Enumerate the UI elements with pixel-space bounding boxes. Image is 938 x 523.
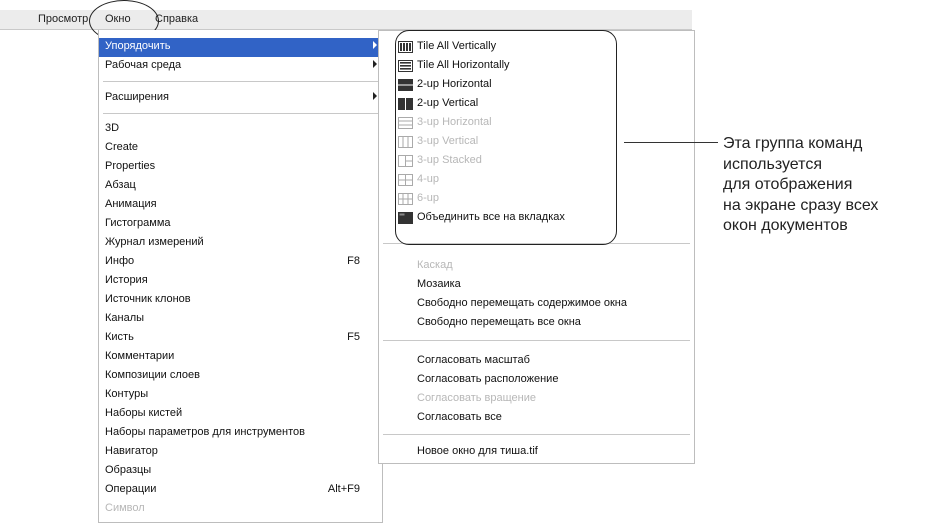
submenu-item-match-all[interactable]: Согласовать все xyxy=(379,409,694,428)
submenu-arrow-icon xyxy=(373,60,377,68)
submenu-item-match-location[interactable]: Согласовать расположение xyxy=(379,371,694,390)
menu-separator xyxy=(103,113,378,114)
submenu-item-label: Согласовать вращение xyxy=(417,392,536,404)
callout-line-1: Эта группа команд xyxy=(723,135,863,152)
callout-line xyxy=(624,142,718,143)
menu-item-label: 3D xyxy=(105,122,120,134)
menu-item-label: Наборы кистей xyxy=(105,407,183,419)
submenu-item-new-window[interactable]: Новое окно для тиша.tif xyxy=(379,443,694,462)
submenu-item-label: Согласовать все xyxy=(417,411,502,423)
menu-item-label: Композиции слоев xyxy=(105,369,200,381)
menu-item-arrange[interactable]: Упорядочить xyxy=(99,38,382,57)
menu-view[interactable]: Просмотр xyxy=(38,13,88,25)
menu-item-panel[interactable]: Инфо F8 xyxy=(99,253,382,272)
menu-item-label: Абзац xyxy=(105,179,136,191)
menu-item-panel[interactable]: Символ xyxy=(99,500,382,519)
menu-item-panel[interactable]: Create xyxy=(99,139,382,158)
menu-item-label: Навигатор xyxy=(105,445,158,457)
menu-separator xyxy=(383,340,690,341)
menu-item-workspace[interactable]: Рабочая среда xyxy=(99,57,382,76)
submenu-arrow-icon xyxy=(373,41,377,49)
menu-item-panel[interactable]: Наборы кистей xyxy=(99,405,382,424)
submenu-item-label: Согласовать расположение xyxy=(417,373,559,385)
menu-item-label: Create xyxy=(105,141,139,153)
submenu-item-label: Мозаика xyxy=(417,278,461,290)
menu-item-panel[interactable]: Каналы xyxy=(99,310,382,329)
submenu-item-label: Свободно перемещать все окна xyxy=(417,316,581,328)
submenu-item-label: Согласовать масштаб xyxy=(417,354,530,366)
menu-item-label: Рабочая среда xyxy=(105,59,182,71)
callout-line-2: используется xyxy=(723,155,822,173)
menu-item-label: Комментарии xyxy=(105,350,175,362)
submenu-item-label: Каскад xyxy=(417,259,453,271)
menu-item-panel[interactable]: Образцы xyxy=(99,462,382,481)
callout-line-5: окон документов xyxy=(723,217,848,234)
submenu-item-cascade[interactable]: Каскад xyxy=(379,257,694,276)
menu-item-panel[interactable]: Абзац xyxy=(99,177,382,196)
menu-item-panel[interactable]: Журнал измерений xyxy=(99,234,382,253)
menu-item-label: Properties xyxy=(105,160,156,172)
menu-item-label: Кисть xyxy=(105,331,134,343)
menu-item-panel[interactable]: Кисть F5 xyxy=(99,329,382,348)
menu-item-panel[interactable]: Комментарии xyxy=(99,348,382,367)
submenu-item-match-zoom[interactable]: Согласовать масштаб xyxy=(379,352,694,371)
menu-item-label: Анимация xyxy=(105,198,157,210)
menu-item-label: Контуры xyxy=(105,388,149,400)
submenu-item-mosaic[interactable]: Мозаика xyxy=(379,276,694,295)
menu-item-shortcut: Alt+F9 xyxy=(327,483,360,495)
submenu-item-float-all[interactable]: Свободно перемещать все окна xyxy=(379,314,694,333)
menu-item-panel[interactable]: Источник клонов xyxy=(99,291,382,310)
menu-item-label: История xyxy=(105,274,148,286)
menu-item-label: Каналы xyxy=(105,312,145,324)
menu-item-label: Наборы параметров для инструментов xyxy=(105,426,305,438)
menu-item-panel[interactable]: Гистограмма xyxy=(99,215,382,234)
menu-item-panel[interactable]: Композиции слоев xyxy=(99,367,382,386)
highlight-group-outline xyxy=(395,30,617,245)
menu-item-label: Инфо xyxy=(105,255,135,267)
callout-line-4: на экране сразу всех xyxy=(723,196,879,214)
menu-item-shortcut: F5 xyxy=(347,331,360,343)
submenu-item-label: Новое окно для тиша.tif xyxy=(417,445,538,457)
callout-line-3: для отображения xyxy=(723,176,853,193)
menu-item-label: Журнал измерений xyxy=(105,236,204,248)
submenu-item-match-rotation[interactable]: Согласовать вращение xyxy=(379,390,694,409)
menu-item-panel[interactable]: 3D xyxy=(99,120,382,139)
menu-item-label: Символ xyxy=(105,502,145,514)
menu-item-shortcut: F8 xyxy=(347,255,360,267)
menu-separator xyxy=(383,434,690,435)
menu-item-panel[interactable]: Наборы параметров для инструментов xyxy=(99,424,382,443)
submenu-arrow-icon xyxy=(373,92,377,100)
menu-item-panel[interactable]: Properties xyxy=(99,158,382,177)
menu-item-label: Операции xyxy=(105,483,157,495)
menu-item-label: Упорядочить xyxy=(105,40,171,52)
menu-item-extensions[interactable]: Расширения xyxy=(99,89,382,108)
submenu-item-float-in-window[interactable]: Свободно перемещать содержимое окна xyxy=(379,295,694,314)
submenu-item-label: Свободно перемещать содержимое окна xyxy=(417,297,627,309)
menu-item-label: Расширения xyxy=(105,91,169,103)
menu-help[interactable]: Справка xyxy=(155,13,198,25)
callout-text: Эта группа команд используется для отобр… xyxy=(723,134,878,237)
menu-item-label: Гистограмма xyxy=(105,217,171,229)
window-menu: Упорядочить Рабочая среда Расширения 3D … xyxy=(98,30,383,523)
menu-item-label: Образцы xyxy=(105,464,152,476)
menu-item-panel[interactable]: Операции Alt+F9 xyxy=(99,481,382,500)
menu-separator xyxy=(103,81,378,82)
menu-item-panel[interactable]: Контуры xyxy=(99,386,382,405)
menu-item-label: Источник клонов xyxy=(105,293,191,305)
menu-item-panel[interactable]: Навигатор xyxy=(99,443,382,462)
menu-item-panel[interactable]: Анимация xyxy=(99,196,382,215)
menu-item-panel[interactable]: История xyxy=(99,272,382,291)
